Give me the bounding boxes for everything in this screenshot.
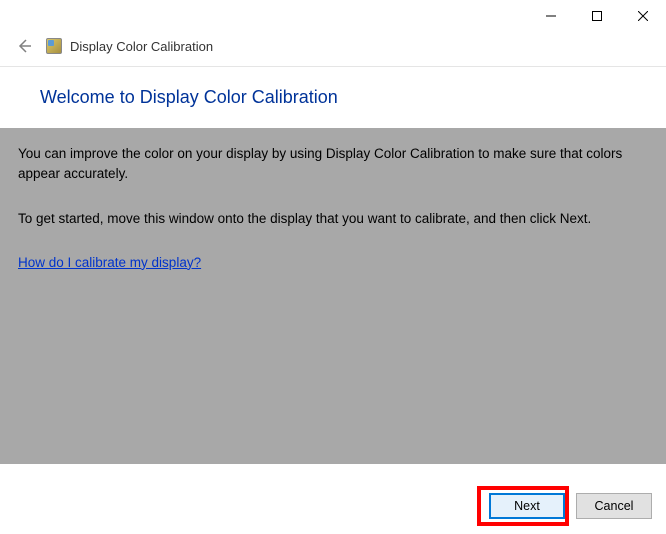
window-title: Display Color Calibration [70, 39, 213, 54]
footer: Next Cancel [0, 478, 666, 534]
title-bar [0, 0, 666, 32]
next-button[interactable]: Next [489, 493, 565, 519]
header-row: Display Color Calibration [0, 32, 666, 67]
minimize-button[interactable] [528, 1, 574, 31]
intro-paragraph-1: You can improve the color on your displa… [18, 144, 648, 185]
back-arrow-icon[interactable] [14, 36, 34, 56]
close-button[interactable] [620, 1, 666, 31]
help-link[interactable]: How do I calibrate my display? [18, 255, 201, 270]
intro-paragraph-2: To get started, move this window onto th… [18, 209, 648, 229]
content-area: You can improve the color on your displa… [0, 128, 666, 464]
app-icon [46, 38, 62, 54]
cancel-button[interactable]: Cancel [576, 493, 652, 519]
maximize-button[interactable] [574, 1, 620, 31]
heading-area: Welcome to Display Color Calibration [0, 67, 666, 128]
page-heading: Welcome to Display Color Calibration [40, 87, 626, 108]
